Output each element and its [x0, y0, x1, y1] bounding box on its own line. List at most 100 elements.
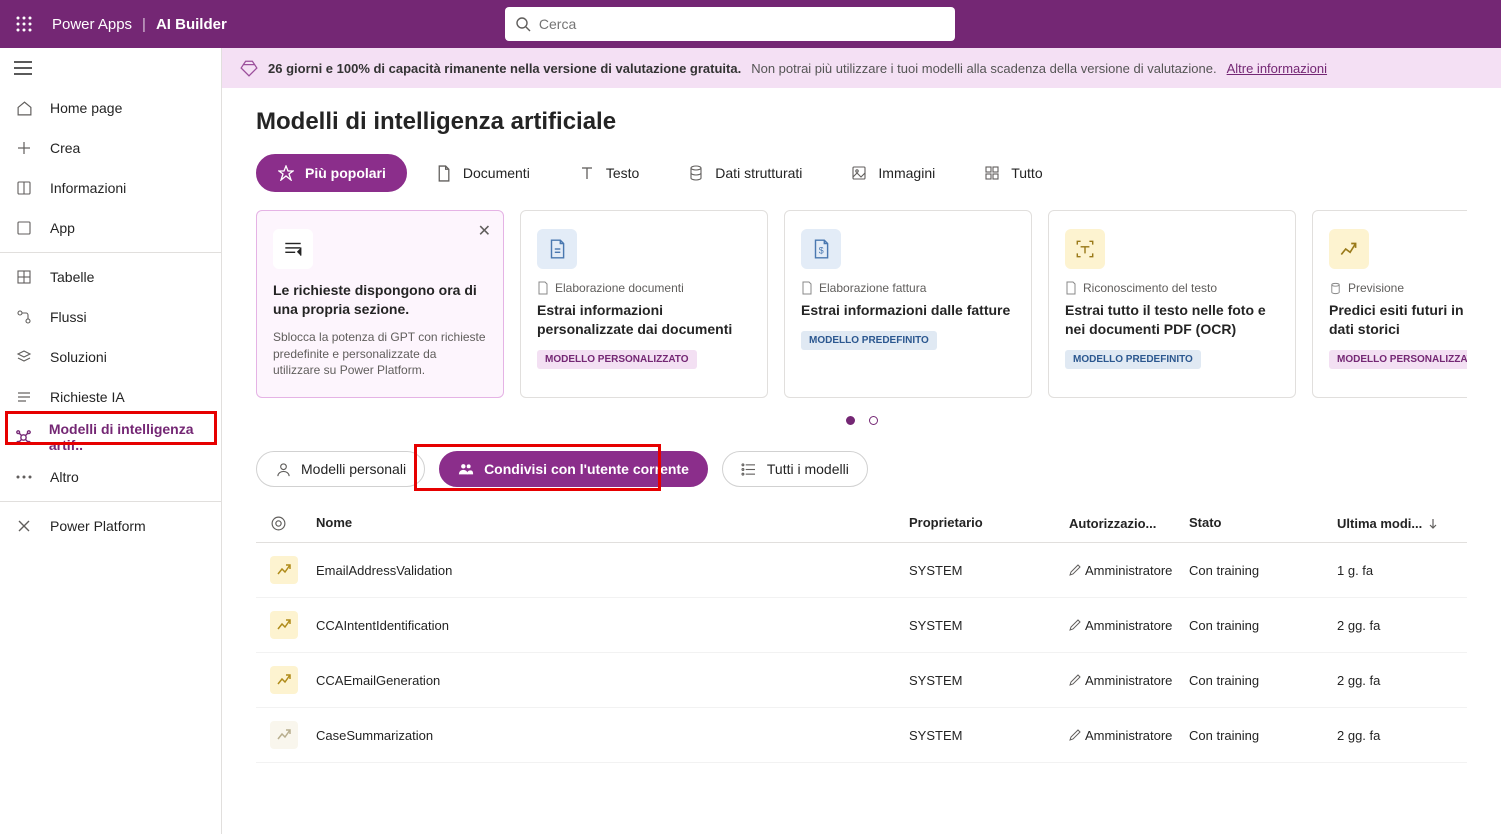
tab-documents[interactable]: Documenti — [415, 154, 550, 192]
list-all-icon — [741, 461, 757, 477]
nav-info[interactable]: Informazioni — [0, 168, 221, 208]
model-cards-row: ✕ Le richieste dispongono ora di una pro… — [256, 210, 1467, 398]
col-type-icon[interactable] — [256, 515, 316, 532]
table-row[interactable]: CCAEmailGeneration SYSTEM Amministratore… — [256, 653, 1467, 708]
global-header: Power Apps | AI Builder — [0, 0, 1501, 48]
filter-mine[interactable]: Modelli personali — [256, 451, 425, 487]
tab-popular[interactable]: Più popolari — [256, 154, 407, 192]
models-table: Nome Proprietario Autorizzazio... Stato … — [256, 505, 1467, 763]
row-modified: 2 gg. fa — [1337, 618, 1467, 633]
nav-ai-requests[interactable]: Richieste IA — [0, 377, 221, 417]
left-nav: Home page Crea Informazioni App Tabelle … — [0, 48, 222, 834]
nav-platform[interactable]: Power Platform — [0, 506, 221, 546]
waffle-menu[interactable] — [8, 8, 40, 40]
card-invoice[interactable]: $ Elaborazione fattura Estrai informazio… — [784, 210, 1032, 398]
star-icon — [277, 164, 295, 182]
home-icon — [14, 100, 34, 117]
brand-separator: | — [142, 16, 146, 33]
badge-predef: MODELLO PREDEFINITO — [1065, 350, 1201, 369]
nav-solutions[interactable]: Soluzioni — [0, 337, 221, 377]
card-doc-extract[interactable]: Elaborazione documenti Estrai informazio… — [520, 210, 768, 398]
trend-icon — [270, 556, 298, 584]
more-icon — [14, 475, 34, 479]
grid-icon — [14, 269, 34, 285]
row-owner: SYSTEM — [909, 728, 1069, 743]
nav-ai-models[interactable]: Modelli di intelligenza artif.. — [0, 417, 221, 457]
nav-info-label: Informazioni — [50, 180, 126, 196]
tab-structured[interactable]: Dati strutturati — [667, 154, 822, 192]
flow-icon — [14, 309, 34, 325]
tab-images[interactable]: Immagini — [830, 154, 955, 192]
trial-link[interactable]: Altre informazioni — [1227, 61, 1327, 76]
nav-create-label: Crea — [50, 140, 80, 156]
filter-shared[interactable]: Condivisi con l'utente corrente — [439, 451, 708, 487]
card-promo[interactable]: ✕ Le richieste dispongono ora di una pro… — [256, 210, 504, 398]
col-name[interactable]: Nome — [316, 515, 909, 532]
filter-shared-label: Condivisi con l'utente corrente — [484, 461, 689, 477]
filter-mine-label: Modelli personali — [301, 461, 406, 477]
tab-all[interactable]: Tutto — [963, 154, 1062, 192]
col-perm[interactable]: Autorizzazio... — [1069, 515, 1189, 532]
row-name: CCAIntentIdentification — [316, 618, 909, 633]
col-state[interactable]: Stato — [1189, 515, 1337, 532]
nav-more[interactable]: Altro — [0, 457, 221, 497]
nav-more-label: Altro — [50, 469, 79, 485]
pager-dot-1[interactable] — [846, 416, 855, 425]
badge-predef: MODELLO PREDEFINITO — [801, 331, 937, 350]
document-icon — [435, 164, 453, 182]
close-icon[interactable]: ✕ — [478, 221, 491, 241]
nav-solutions-label: Soluzioni — [50, 349, 107, 365]
table-row[interactable]: CCAIntentIdentification SYSTEM Amministr… — [256, 598, 1467, 653]
row-modified: 1 g. fa — [1337, 563, 1467, 578]
section-name[interactable]: AI Builder — [156, 16, 227, 33]
nav-home-label: Home page — [50, 100, 122, 116]
pager-dot-2[interactable] — [869, 416, 878, 425]
nav-tables-label: Tabelle — [50, 269, 94, 285]
card-cat-label: Elaborazione fattura — [801, 281, 1015, 295]
list-icon — [14, 389, 34, 405]
nav-tables[interactable]: Tabelle — [0, 257, 221, 297]
ai-model-icon — [14, 429, 33, 446]
row-perm: Amministratore — [1069, 673, 1189, 688]
nav-create[interactable]: Crea — [0, 128, 221, 168]
card-prediction[interactable]: Previsione Predici esiti futuri in base … — [1312, 210, 1467, 398]
tab-text[interactable]: Testo — [558, 154, 659, 192]
trend-icon — [270, 666, 298, 694]
row-perm: Amministratore — [1069, 618, 1189, 633]
filter-all[interactable]: Tutti i modelli — [722, 451, 868, 487]
pencil-icon — [1069, 729, 1081, 741]
layers-icon — [14, 349, 34, 365]
table-row[interactable]: CaseSummarization SYSTEM Amministratore … — [256, 708, 1467, 763]
card-title: Estrai informazioni personalizzate dai d… — [537, 301, 751, 339]
book-icon — [14, 180, 34, 196]
search-icon — [515, 16, 531, 32]
card-ocr[interactable]: Riconoscimento del testo Estrai tutto il… — [1048, 210, 1296, 398]
nav-app[interactable]: App — [0, 208, 221, 248]
row-state: Con training — [1189, 563, 1337, 578]
prompt-icon — [273, 229, 313, 269]
col-modified[interactable]: Ultima modi... — [1337, 515, 1467, 532]
doc-extract-icon — [537, 229, 577, 269]
pencil-icon — [1069, 619, 1081, 631]
table-row[interactable]: EmailAddressValidation SYSTEM Amministra… — [256, 543, 1467, 598]
all-icon — [983, 164, 1001, 182]
pencil-icon — [1069, 564, 1081, 576]
card-title: Estrai tutto il testo nelle foto e nei d… — [1065, 301, 1279, 339]
card-promo-title: Le richieste dispongono ora di una propr… — [273, 281, 487, 319]
image-icon — [850, 164, 868, 182]
trial-bold-text: 26 giorni e 100% di capacità rimanente n… — [268, 61, 741, 76]
global-search[interactable] — [505, 7, 955, 41]
main-content: 26 giorni e 100% di capacità rimanente n… — [222, 48, 1501, 834]
nav-home[interactable]: Home page — [0, 88, 221, 128]
nav-flows[interactable]: Flussi — [0, 297, 221, 337]
app-name[interactable]: Power Apps — [52, 16, 132, 33]
hamburger-toggle[interactable] — [0, 48, 221, 88]
card-cat-label: Riconoscimento del testo — [1065, 281, 1279, 295]
tab-all-label: Tutto — [1011, 165, 1042, 181]
person-icon — [275, 461, 291, 477]
search-input[interactable] — [539, 16, 945, 32]
tab-documents-label: Documenti — [463, 165, 530, 181]
col-owner[interactable]: Proprietario — [909, 515, 1069, 532]
row-owner: SYSTEM — [909, 618, 1069, 633]
row-state: Con training — [1189, 673, 1337, 688]
